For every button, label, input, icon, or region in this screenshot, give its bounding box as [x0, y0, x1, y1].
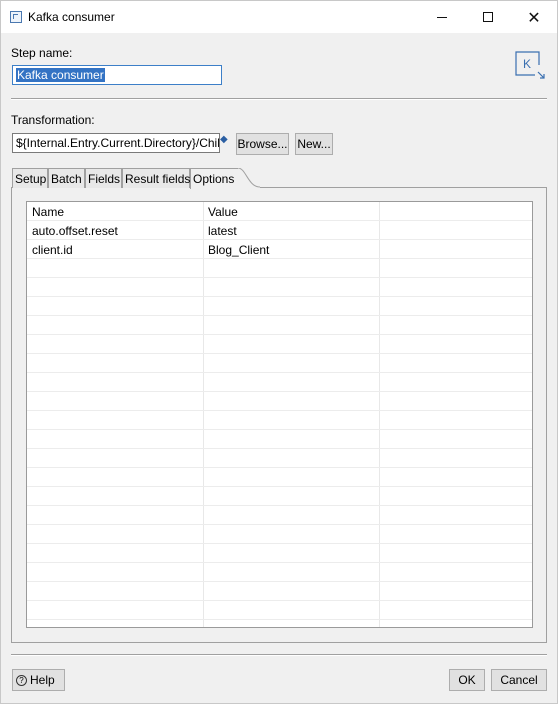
tab-batch[interactable]: Batch — [48, 168, 85, 188]
empty-row[interactable] — [27, 373, 532, 392]
tab-result-fields[interactable]: Result fields — [122, 168, 190, 188]
close-button[interactable]: ✕ — [511, 1, 557, 33]
title-bar: Kafka consumer ✕ — [1, 1, 557, 33]
tab-fields[interactable]: Fields — [85, 168, 122, 188]
tab-options[interactable]: Options — [190, 168, 239, 189]
cancel-button[interactable]: Cancel — [491, 669, 547, 691]
new-button[interactable]: New... — [295, 133, 333, 155]
empty-row[interactable] — [27, 259, 532, 278]
empty-row[interactable] — [27, 563, 532, 582]
footer-divider — [11, 654, 547, 655]
option-name-cell[interactable]: client.id — [32, 243, 73, 257]
empty-row[interactable] — [27, 601, 532, 620]
step-name-value: Kafka consumer — [16, 68, 105, 82]
empty-row[interactable] — [27, 525, 532, 544]
browse-button[interactable]: Browse... — [236, 133, 289, 155]
empty-row[interactable] — [27, 430, 532, 449]
options-table[interactable]: Name Value auto.offset.reset latest clie… — [26, 201, 533, 628]
tab-setup[interactable]: Setup — [12, 168, 48, 188]
option-name-cell[interactable]: auto.offset.reset — [32, 224, 118, 238]
maximize-button[interactable] — [465, 1, 511, 33]
maximize-icon — [483, 12, 493, 22]
transformation-label: Transformation: — [11, 113, 95, 127]
help-label: Help — [30, 673, 55, 687]
window-title: Kafka consumer — [28, 10, 115, 24]
table-row[interactable]: client.id Blog_Client — [27, 240, 532, 259]
empty-row[interactable] — [27, 297, 532, 316]
empty-row[interactable] — [27, 506, 532, 525]
divider — [11, 98, 547, 99]
help-icon: ? — [16, 674, 27, 686]
step-name-label: Step name: — [11, 46, 73, 60]
empty-row[interactable] — [27, 449, 532, 468]
column-header-value[interactable]: Value — [208, 205, 238, 219]
tab-options-edge — [238, 168, 260, 188]
minimize-icon — [437, 16, 447, 18]
option-value-cell[interactable]: Blog_Client — [208, 243, 269, 257]
empty-row[interactable] — [27, 582, 532, 601]
transformation-input[interactable]: ${Internal.Entry.Current.Directory}/Chil — [12, 133, 220, 153]
kafka-logo-letter: K — [523, 57, 532, 71]
empty-row[interactable] — [27, 468, 532, 487]
empty-row[interactable] — [27, 487, 532, 506]
help-button[interactable]: ? Help — [12, 669, 65, 691]
empty-row[interactable] — [27, 411, 532, 430]
column-header-name[interactable]: Name — [32, 205, 64, 219]
table-header-row: Name Value — [27, 202, 532, 221]
empty-row[interactable] — [27, 316, 532, 335]
empty-row[interactable] — [27, 335, 532, 354]
close-icon: ✕ — [527, 7, 541, 27]
variable-icon[interactable]: ◆ — [220, 135, 230, 145]
table-row[interactable]: auto.offset.reset latest — [27, 221, 532, 240]
option-value-cell[interactable]: latest — [208, 224, 237, 238]
empty-row[interactable] — [27, 392, 532, 411]
kafka-consumer-dialog: Kafka consumer ✕ Step name: Kafka consum… — [0, 0, 558, 704]
minimize-button[interactable] — [419, 1, 465, 33]
empty-row[interactable] — [27, 354, 532, 373]
ok-button[interactable]: OK — [449, 669, 485, 691]
app-icon — [10, 11, 22, 23]
empty-row[interactable] — [27, 278, 532, 297]
empty-row[interactable] — [27, 544, 532, 563]
step-name-input[interactable]: Kafka consumer — [12, 65, 222, 85]
